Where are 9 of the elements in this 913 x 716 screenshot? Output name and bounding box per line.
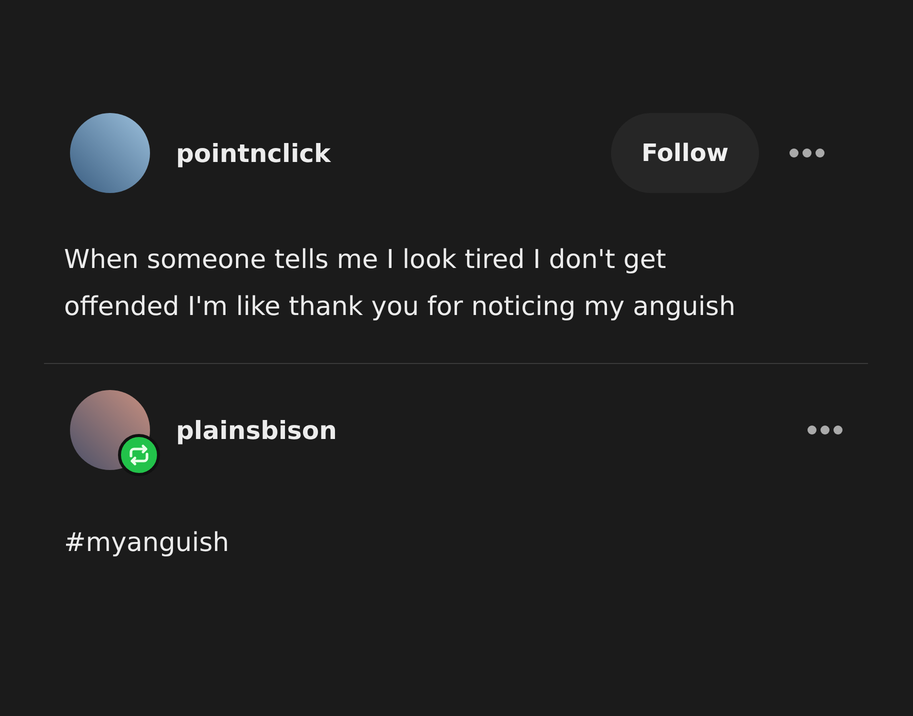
avatar[interactable] bbox=[70, 113, 150, 193]
follow-button[interactable]: Follow bbox=[611, 113, 759, 193]
more-icon[interactable] bbox=[789, 148, 825, 158]
post-text: #myanguish bbox=[64, 527, 230, 560]
reblog-icon bbox=[118, 434, 160, 476]
post-text: When someone tells me I look tired I don't get offended I'm like thank you for noticing my anguish bbox=[64, 244, 736, 324]
more-icon[interactable] bbox=[807, 425, 843, 435]
username[interactable]: plainsbison bbox=[176, 416, 337, 444]
username[interactable]: pointnclick bbox=[176, 138, 331, 168]
